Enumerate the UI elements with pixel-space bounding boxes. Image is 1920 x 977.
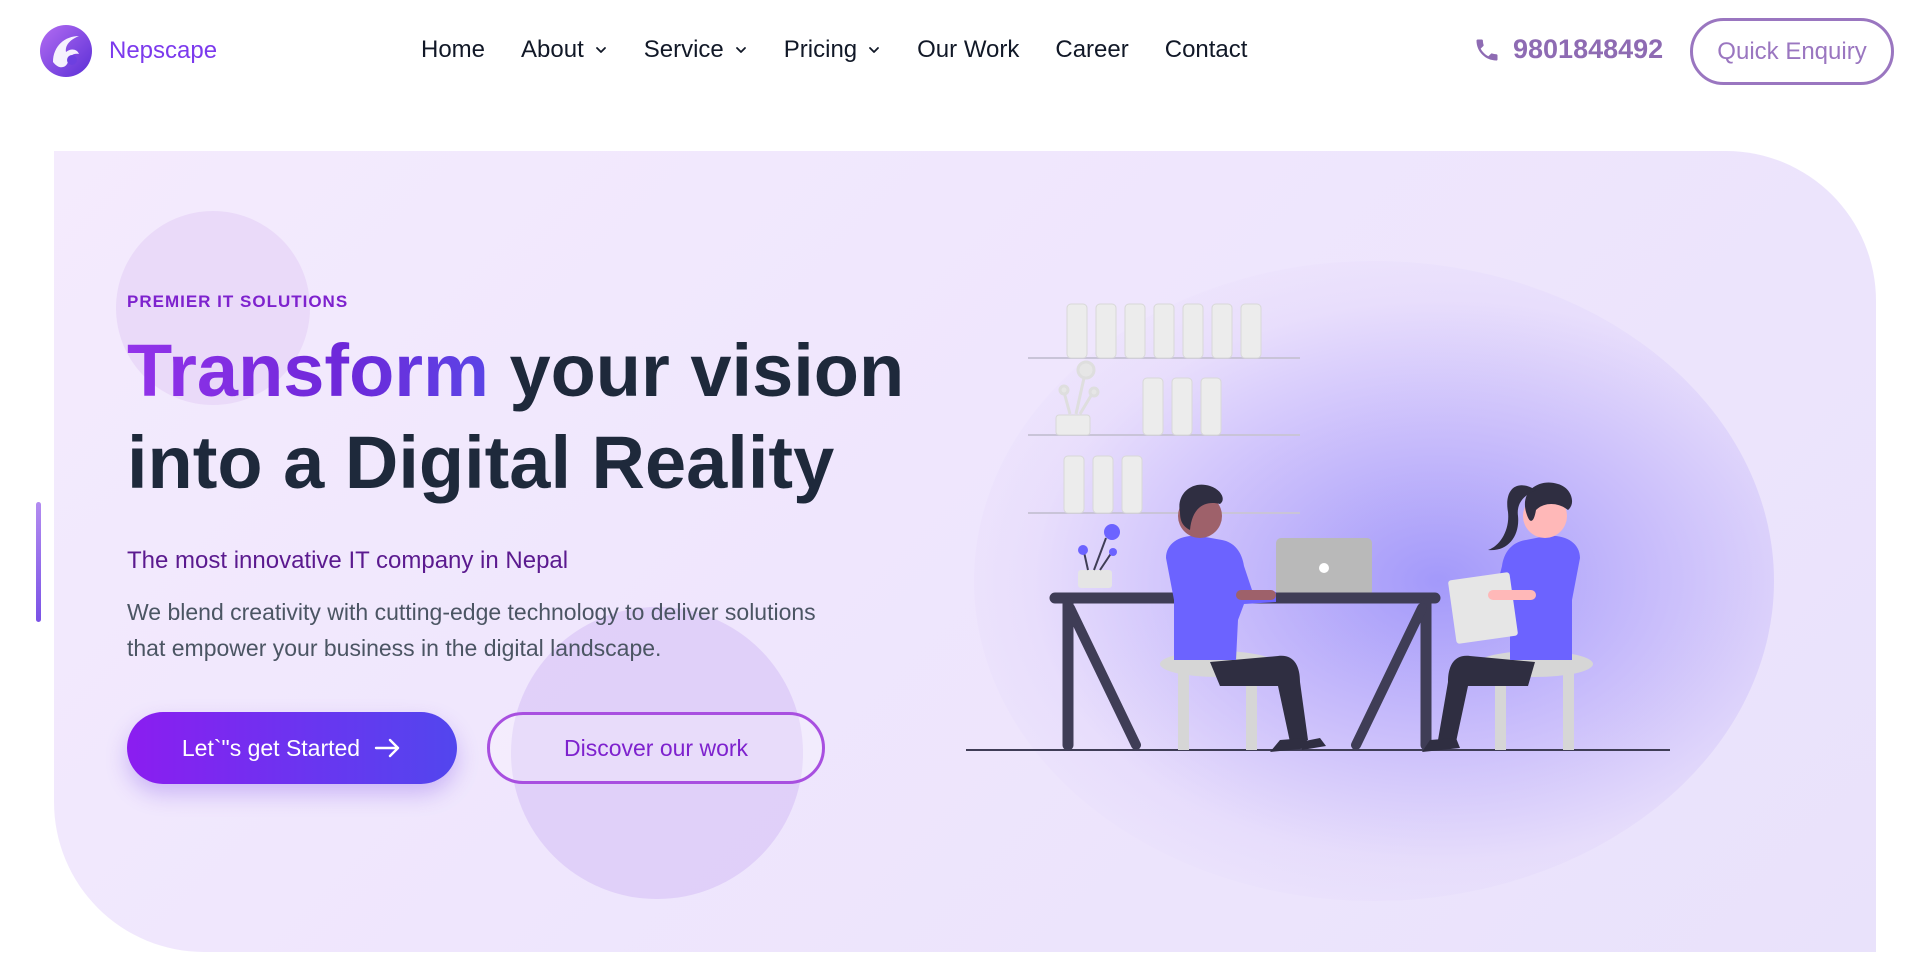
nav-item-service[interactable]: Service xyxy=(644,36,748,64)
hero-subheading: The most innovative IT company in Nepal xyxy=(127,547,569,574)
nav-item-label: Pricing xyxy=(783,36,858,63)
nav-item-contact[interactable]: Contact xyxy=(1165,36,1248,64)
hero-eyebrow: PREMIER IT SOLUTIONS xyxy=(127,292,349,311)
quick-enquiry-button[interactable]: Quick Enquiry xyxy=(1690,18,1894,85)
headline-highlight: Transform xyxy=(127,329,489,412)
headline-text: your vision xyxy=(509,329,905,412)
nav-item-label: Contact xyxy=(1164,36,1248,63)
site-header: Nepscape Home About Service Pricing Our … xyxy=(0,0,1920,100)
side-scroll-indicator xyxy=(36,502,41,622)
chevron-down-icon xyxy=(735,47,746,53)
nav-item-label: About xyxy=(521,36,584,63)
shelf-jars-bottom xyxy=(1063,455,1143,514)
nav-item-career[interactable]: Career xyxy=(1055,36,1128,64)
discover-work-button[interactable]: Discover our work xyxy=(487,712,825,784)
arrow-right-icon xyxy=(374,738,400,758)
brand-name: Nepscape xyxy=(109,37,218,64)
nav-item-label: Career xyxy=(1055,36,1129,63)
nav-item-label: Our Work xyxy=(917,36,1020,63)
people-working-at-desk-illustration xyxy=(966,303,1670,752)
logo-mark-icon xyxy=(40,25,92,77)
hero-headline: Transform your vision into a Digital Rea… xyxy=(127,325,927,509)
nav-item-label: Home xyxy=(421,36,486,63)
laptop xyxy=(1236,538,1372,597)
nav-item-our-work[interactable]: Our Work xyxy=(917,36,1019,64)
button-label: Let`"s get Started xyxy=(181,734,361,761)
shelf-jars-top xyxy=(1066,303,1262,359)
headline-text: into a Digital Reality xyxy=(127,421,835,504)
chevron-down-icon xyxy=(869,47,880,53)
nav-item-home[interactable]: Home xyxy=(421,36,485,64)
brand-logo[interactable]: Nepscape xyxy=(39,24,217,78)
hero-illustration xyxy=(960,290,1680,760)
shelf-plant xyxy=(1058,360,1100,415)
phone-number: 9801848492 xyxy=(1513,34,1664,64)
chevron-down-icon xyxy=(595,47,606,53)
desk-plant xyxy=(1078,524,1120,588)
phone-icon xyxy=(1476,39,1498,60)
phone-link[interactable]: 9801848492 xyxy=(1473,34,1663,65)
nav-item-pricing[interactable]: Pricing xyxy=(784,36,881,64)
main-nav: Home About Service Pricing Our Work Care… xyxy=(421,36,1247,64)
nav-item-about[interactable]: About xyxy=(521,36,608,64)
hero-description: We blend creativity with cutting-edge te… xyxy=(127,599,816,661)
get-started-button[interactable]: Let`"s get Started xyxy=(127,712,457,784)
nav-item-label: Service xyxy=(643,36,724,63)
